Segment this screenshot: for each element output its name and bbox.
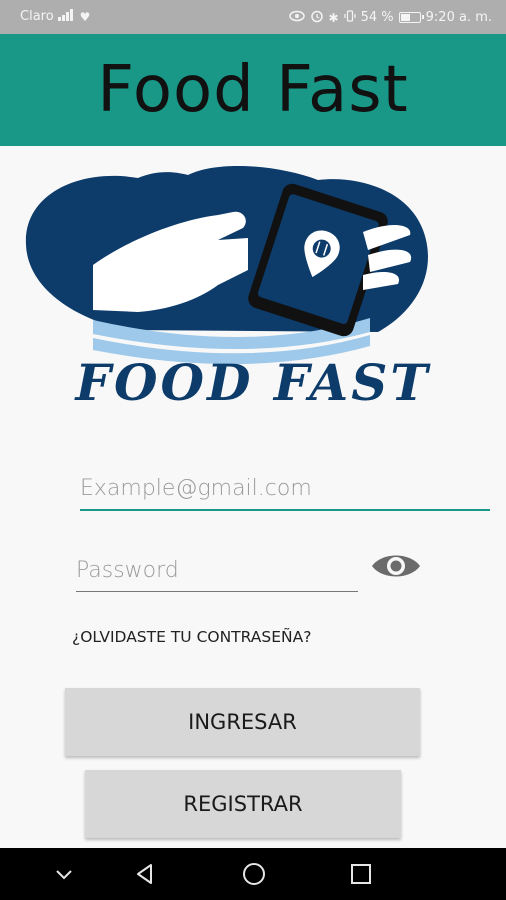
app-title: Food Fast [97, 53, 409, 127]
food-fast-logo: FOOD FAST [18, 160, 488, 420]
recents-icon[interactable] [347, 860, 375, 888]
email-placeholder: Example@gmail.com [80, 476, 312, 501]
signal-icon [57, 9, 76, 24]
vibrate-icon [344, 10, 356, 25]
alarm-icon [310, 9, 324, 26]
forgot-password-link[interactable]: ¿OLVIDASTE TU CONTRASEÑA? [72, 628, 311, 646]
show-password-eye-icon[interactable] [370, 548, 422, 584]
back-icon[interactable] [131, 860, 159, 888]
eye-comfort-icon [288, 10, 305, 25]
register-button[interactable]: REGISTRAR [85, 770, 401, 838]
app-bar: Food Fast [0, 34, 506, 146]
heart-icon: ♥ [79, 9, 91, 24]
carrier-label: Claro [20, 9, 54, 24]
status-bar: Claro ♥ ✱ 54 % 9:20 a. m. [0, 0, 506, 34]
home-icon[interactable] [240, 860, 268, 888]
chevron-down-icon[interactable] [50, 860, 78, 888]
navigation-bar [0, 848, 506, 900]
logo-text: FOOD FAST [73, 353, 431, 412]
battery-percent: 54 % [360, 10, 394, 25]
email-field[interactable]: Example@gmail.com [80, 465, 490, 511]
battery-icon [398, 12, 424, 23]
bluetooth-icon: ✱ [328, 10, 339, 25]
clock: 9:20 a. m. [425, 10, 492, 25]
password-field[interactable]: Password [76, 552, 358, 592]
login-button[interactable]: INGRESAR [65, 688, 420, 756]
password-placeholder: Password [76, 558, 179, 583]
